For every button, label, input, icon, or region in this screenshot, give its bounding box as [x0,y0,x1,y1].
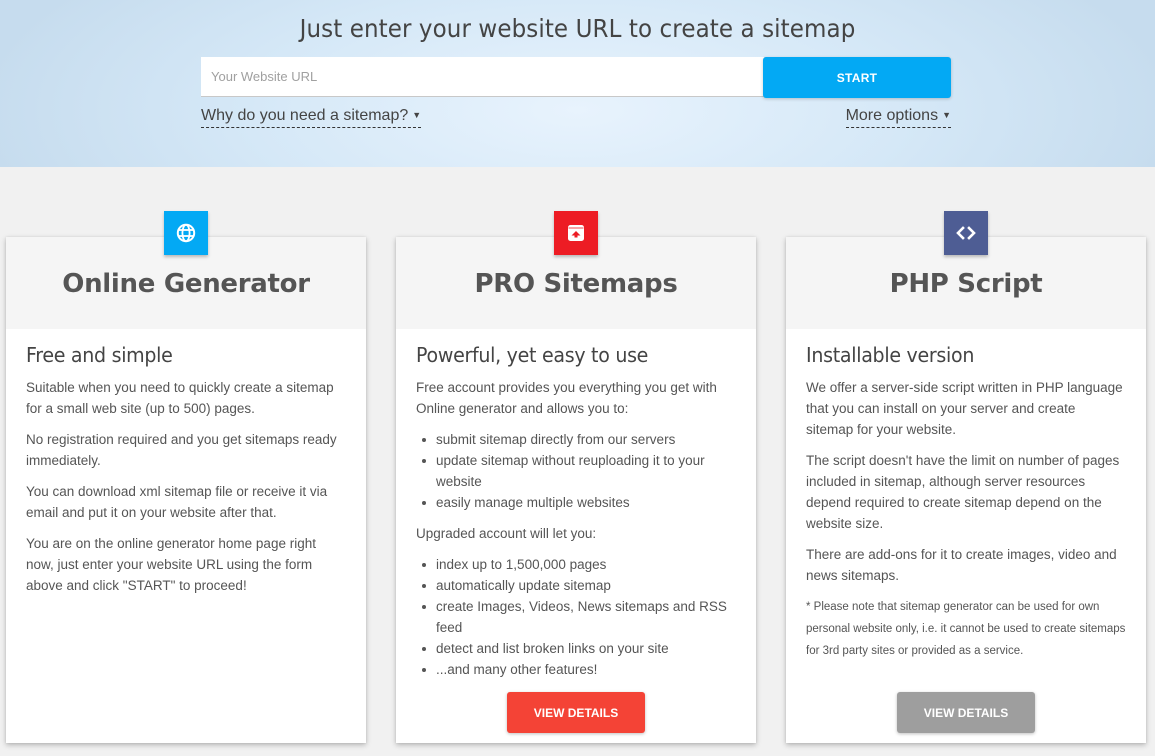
why-sitemap-dropdown[interactable]: Why do you need a sitemap? ▼ [201,106,422,129]
caret-down-icon: ▼ [942,110,951,121]
list-item: submit sitemap directly from our servers [416,429,736,450]
card-paragraph: There are add-ons for it to create image… [806,547,1117,583]
list-item: ...and many other features! [416,659,736,680]
list-item: easily manage multiple websites [416,492,736,513]
code-icon [956,226,976,240]
list-item: index up to 1,500,000 pages [416,554,736,575]
card-paragraph: You can download xml sitemap file or rec… [26,484,328,520]
start-button[interactable]: START [763,57,951,98]
card-header: PRO Sitemaps [396,211,756,329]
card-title: Online Generator [62,269,310,299]
card-header: PHP Script [786,211,1146,329]
list-item: detect and list broken links on your sit… [416,638,736,659]
more-options-dropdown[interactable]: More options ▼ [845,106,951,129]
card-php-script: PHP Script Installable version We offer … [786,211,1146,743]
card-paragraph: We offer a server-side script written in… [806,380,1123,437]
pro-view-details-button[interactable]: VIEW DETAILS [507,692,645,733]
list-item: create Images, Videos, News sitemaps and… [416,596,736,638]
card-badge [554,211,598,255]
card-title: PHP Script [889,269,1043,299]
card-subtitle: Powerful, yet easy to use [416,343,649,367]
upgraded-features-list: index up to 1,500,000 pages automaticall… [416,554,736,680]
list-item: update sitemap without reuploading it to… [416,450,736,492]
hero-section: Just enter your website URL to create a … [0,0,1155,167]
card-header: Online Generator [6,211,366,329]
card-paragraph: Free account provides you everything you… [416,380,717,416]
card-paragraph: Upgraded account will let you: [416,526,597,541]
card-paragraph: Suitable when you need to quickly create… [26,380,334,416]
usage-note: * Please note that sitemap generator can… [806,601,1126,657]
list-item: automatically update sitemap [416,575,736,596]
caret-down-icon: ▼ [412,110,422,121]
card-badge [164,211,208,255]
more-options-label: More options [845,107,939,124]
card-online-generator: Online Generator Free and simple Suitabl… [6,211,366,743]
why-sitemap-label: Why do you need a sitemap? [201,107,409,124]
php-view-details-button[interactable]: VIEW DETAILS [897,692,1035,733]
globe-icon [176,223,196,243]
card-subtitle: Installable version [806,343,975,367]
card-paragraph: The script doesn't have the limit on num… [806,453,1120,531]
card-title: PRO Sitemaps [474,269,678,299]
card-paragraph: You are on the online generator home pag… [26,536,316,593]
website-url-input[interactable] [201,57,764,97]
card-paragraph: No registration required and you get sit… [26,432,337,468]
card-subtitle: Free and simple [26,343,173,367]
card-pro-sitemaps: PRO Sitemaps Powerful, yet easy to use F… [396,211,756,743]
hero-title: Just enter your website URL to create a … [299,14,856,43]
upload-box-icon [568,225,584,241]
free-features-list: submit sitemap directly from our servers… [416,429,736,513]
card-badge [944,211,988,255]
